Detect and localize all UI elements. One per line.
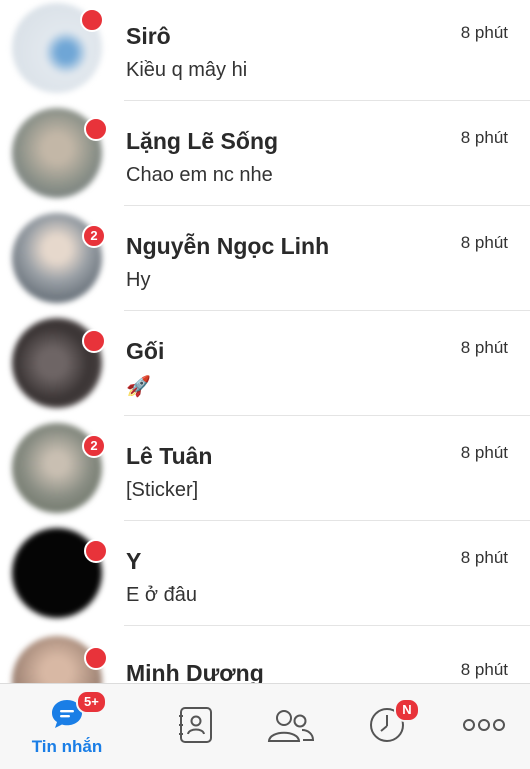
tab-messages-label: Tin nhắn xyxy=(31,737,103,756)
conversation-name: Minh Dương xyxy=(126,660,264,683)
conversation-row[interactable]: Gối 🚀 8 phút xyxy=(0,311,530,416)
conversation-preview: E ở đâu xyxy=(126,584,197,606)
unread-badge: 2 xyxy=(82,434,106,458)
unread-badge xyxy=(84,117,108,141)
tab-timeline[interactable]: N xyxy=(350,684,430,769)
conversation-row[interactable]: Lặng Lẽ Sống Chao em nc nhe 8 phút xyxy=(0,101,530,206)
conversation-preview: Hy xyxy=(126,269,151,291)
conversation-row[interactable]: 2 Lê Tuân [Sticker] 8 phút xyxy=(0,416,530,521)
conversation-preview: Chao em nc nhe xyxy=(126,164,273,186)
conversation-name: Lê Tuân xyxy=(126,443,213,469)
conversation-preview: [Sticker] xyxy=(126,479,199,501)
conversation-name: Lặng Lẽ Sống xyxy=(126,128,279,154)
tab-messages[interactable]: 5+ Tin nhắn xyxy=(12,684,122,769)
conversation-time: 8 phút xyxy=(460,548,508,567)
tab-more[interactable] xyxy=(446,684,526,769)
conversation-name: Sirô xyxy=(126,23,171,49)
group-icon xyxy=(267,710,315,742)
more-icon xyxy=(463,719,505,731)
tab-groups[interactable] xyxy=(252,684,332,769)
conversation-time: 8 phút xyxy=(460,443,508,462)
conversation-name: Gối xyxy=(126,338,165,364)
timeline-new-badge: N xyxy=(394,698,420,722)
conversation-time: 8 phút xyxy=(460,338,508,357)
conversation-time: 8 phút xyxy=(460,233,508,252)
unread-badge xyxy=(84,539,108,563)
unread-badge xyxy=(84,646,108,670)
conversation-row[interactable]: Minh Dương 8 phút xyxy=(0,626,530,683)
conversation-time: 8 phút xyxy=(460,23,508,42)
messages-count-badge: 5+ xyxy=(76,690,107,714)
conversation-name: Nguyễn Ngọc Linh xyxy=(126,233,330,259)
conversation-list: Sirô Kiều q mây hi 8 phút Lặng Lẽ Sống C… xyxy=(0,0,530,683)
conversation-preview: 🚀 xyxy=(126,376,151,398)
conversation-preview: Kiều q mây hi xyxy=(126,59,248,81)
unread-badge: 2 xyxy=(82,224,106,248)
conversation-row[interactable]: 2 Nguyễn Ngọc Linh Hy 8 phút xyxy=(0,206,530,311)
conversation-row[interactable]: Sirô Kiều q mây hi 8 phút xyxy=(0,0,530,101)
bottom-tab-bar: 5+ Tin nhắn N xyxy=(0,683,530,769)
conversation-row[interactable]: Y E ở đâu 8 phút xyxy=(0,521,530,626)
contact-book-icon xyxy=(179,707,212,743)
conversation-time: 8 phút xyxy=(460,128,508,147)
unread-badge xyxy=(80,8,104,32)
conversation-name: Y xyxy=(126,548,142,574)
conversation-time: 8 phút xyxy=(460,660,508,679)
tab-contacts[interactable] xyxy=(156,684,236,769)
unread-badge xyxy=(82,329,106,353)
